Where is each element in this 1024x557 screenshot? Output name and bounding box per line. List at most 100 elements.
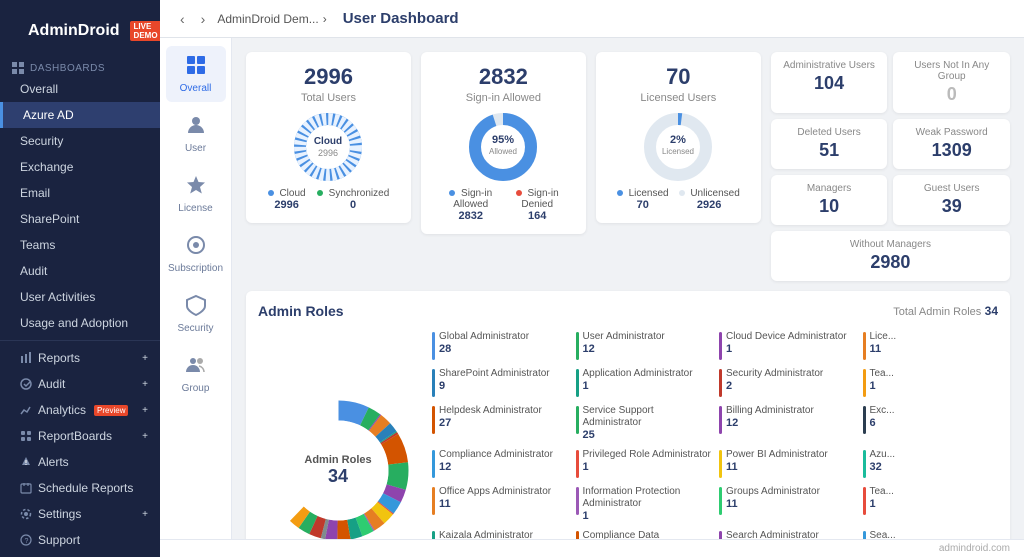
- role-item-1: User Administrator 12: [576, 329, 712, 362]
- back-button[interactable]: ‹: [176, 9, 189, 29]
- sync-detail: Synchronized 0: [317, 188, 389, 211]
- signin-main: 2832 Sign-in Allowed: [437, 64, 570, 104]
- deleted-users-card: Deleted Users 51: [771, 119, 888, 169]
- role-color-exc: [863, 406, 866, 434]
- cloud-dot: [268, 190, 274, 196]
- sidebar-item-sharepoint[interactable]: SharePoint: [0, 206, 160, 232]
- role-item-5: Application Administrator 1: [576, 366, 712, 399]
- security-icon: [185, 294, 207, 321]
- signin-denied-detail: Sign-in Denied 164: [505, 188, 570, 222]
- role-item-2: Cloud Device Administrator 1: [719, 329, 855, 362]
- reports-icon: [20, 352, 32, 364]
- sidebar-item-audit-nav[interactable]: Audit +: [0, 371, 160, 397]
- bottom-bar: admindroid.com: [160, 539, 1024, 557]
- role-color-azu: [863, 450, 866, 478]
- sidebar-item-overall[interactable]: Overall: [0, 76, 160, 102]
- alerts-icon: [20, 456, 32, 468]
- sidebar-item-exchange[interactable]: Exchange: [0, 154, 160, 180]
- role-item-17: Information Protection Administrator 1: [576, 484, 712, 524]
- role-info-user-admin: User Administrator 12: [583, 331, 665, 355]
- overall-icon: [185, 54, 207, 81]
- weak-password-card: Weak Password 1309: [893, 119, 1010, 169]
- sidebar-nav: Dashboards Overall Azure AD Security Exc…: [0, 58, 160, 557]
- sidebar-item-user-activities[interactable]: User Activities: [0, 284, 160, 310]
- admin-users-card: Administrative Users 104: [771, 52, 888, 113]
- subnav-group[interactable]: Group: [166, 346, 226, 402]
- main: ‹ › AdminDroid Dem... › User Dashboard O…: [160, 0, 1024, 557]
- roles-content: Admin Roles 34 Global Administrator 28: [258, 329, 998, 539]
- sidebar-item-analytics[interactable]: Analytics Preview +: [0, 397, 160, 423]
- role-info-compliance-data: Compliance Data Administrator 12: [583, 530, 712, 539]
- sidebar-item-settings[interactable]: Settings +: [0, 501, 160, 527]
- sidebar-item-email[interactable]: Email: [0, 180, 160, 206]
- role-info-powerbi: Power BI Administrator 11: [726, 449, 828, 473]
- sidebar-item-schedule-reports[interactable]: Schedule Reports: [0, 475, 160, 501]
- dashboard: 2996 Total Users Cloud 2996: [232, 38, 1024, 539]
- denied-dot: [516, 190, 522, 196]
- role-item-21: Compliance Data Administrator 12: [576, 528, 712, 539]
- role-color-lice: [863, 332, 866, 360]
- role-item-19: Tea... 1: [863, 484, 999, 524]
- svg-text:2996: 2996: [318, 148, 338, 158]
- role-item-6: Security Administrator 2: [719, 366, 855, 399]
- settings-icon: [20, 508, 32, 520]
- sidebar-item-security[interactable]: Security: [0, 128, 160, 154]
- sidebar-item-audit[interactable]: Audit: [0, 258, 160, 284]
- reports-expand-icon: +: [142, 353, 148, 364]
- role-info-search-admin: Search Administrator 11: [726, 530, 819, 539]
- role-item-8: Helpdesk Administrator 27: [432, 403, 568, 443]
- breadcrumb: AdminDroid Dem... ›: [217, 12, 326, 26]
- sidebar-item-alerts[interactable]: Alerts: [0, 449, 160, 475]
- admin-roles-title: Admin Roles: [258, 303, 344, 319]
- sidebar-item-reports[interactable]: Reports +: [0, 345, 160, 371]
- subnav-overall[interactable]: Overall: [166, 46, 226, 102]
- reportboards-expand-icon: +: [142, 431, 148, 442]
- signin-donut: 95% Allowed: [437, 112, 570, 182]
- sidebar-item-reportboards[interactable]: ReportBoards +: [0, 423, 160, 449]
- sidebar-item-usage-adoption[interactable]: Usage and Adoption: [0, 310, 160, 336]
- role-color-powerbi: [719, 450, 722, 478]
- group-icon: [185, 354, 207, 381]
- managers-card: Managers 10: [771, 175, 888, 225]
- role-color-global-admin: [432, 332, 435, 360]
- role-info-helpdesk: Helpdesk Administrator 27: [439, 405, 542, 429]
- total-users-donut: Cloud 2996: [262, 112, 395, 182]
- page-title: User Dashboard: [343, 10, 459, 27]
- topbar: ‹ › AdminDroid Dem... › User Dashboard: [160, 0, 1024, 38]
- subnav-security[interactable]: Security: [166, 286, 226, 342]
- allowed-dot: [449, 190, 455, 196]
- role-color-tea1: [863, 369, 866, 397]
- subnav-user[interactable]: User: [166, 106, 226, 162]
- role-item-12: Compliance Administrator 12: [432, 447, 568, 480]
- stats-top-row: 2996 Total Users Cloud 2996: [246, 52, 1010, 281]
- role-info-app-admin: Application Administrator 1: [583, 368, 693, 392]
- subnav-subscription[interactable]: Subscription: [166, 226, 226, 282]
- svg-text:Licensed: Licensed: [662, 147, 694, 156]
- sidebar-item-support[interactable]: ? Support: [0, 527, 160, 553]
- live-demo-badge: LIVE DEMO: [130, 21, 162, 41]
- role-color-office-apps: [432, 487, 435, 515]
- role-item-20: Kaizala Administrator 11: [432, 528, 568, 539]
- total-roles: Total Admin Roles 34: [893, 304, 998, 318]
- role-item-15: Azu... 32: [863, 447, 999, 480]
- licensed-main: 70 Licensed Users: [612, 64, 745, 104]
- role-color-privileged-role: [576, 450, 579, 478]
- dashboards-section: Dashboards: [0, 58, 160, 76]
- role-item-11: Exc... 6: [863, 403, 999, 443]
- signin-number: 2832: [437, 64, 570, 90]
- sidebar-divider-1: [0, 340, 160, 341]
- audit-expand-icon: +: [142, 379, 148, 390]
- role-color-kaizala: [432, 531, 435, 539]
- forward-button[interactable]: ›: [197, 9, 210, 29]
- unlicensed-dot: [679, 190, 685, 196]
- sync-dot: [317, 190, 323, 196]
- role-info-office-apps: Office Apps Administrator 11: [439, 486, 551, 510]
- role-item-22: Search Administrator 11: [719, 528, 855, 539]
- role-color-sharepoint: [432, 369, 435, 397]
- analytics-icon: [20, 404, 32, 416]
- subnav-license[interactable]: License: [166, 166, 226, 222]
- role-info-cloud-device: Cloud Device Administrator 1: [726, 331, 847, 355]
- sidebar-item-teams[interactable]: Teams: [0, 232, 160, 258]
- sidebar-item-azure-ad[interactable]: Azure AD: [0, 102, 160, 128]
- analytics-expand-icon: +: [142, 405, 148, 416]
